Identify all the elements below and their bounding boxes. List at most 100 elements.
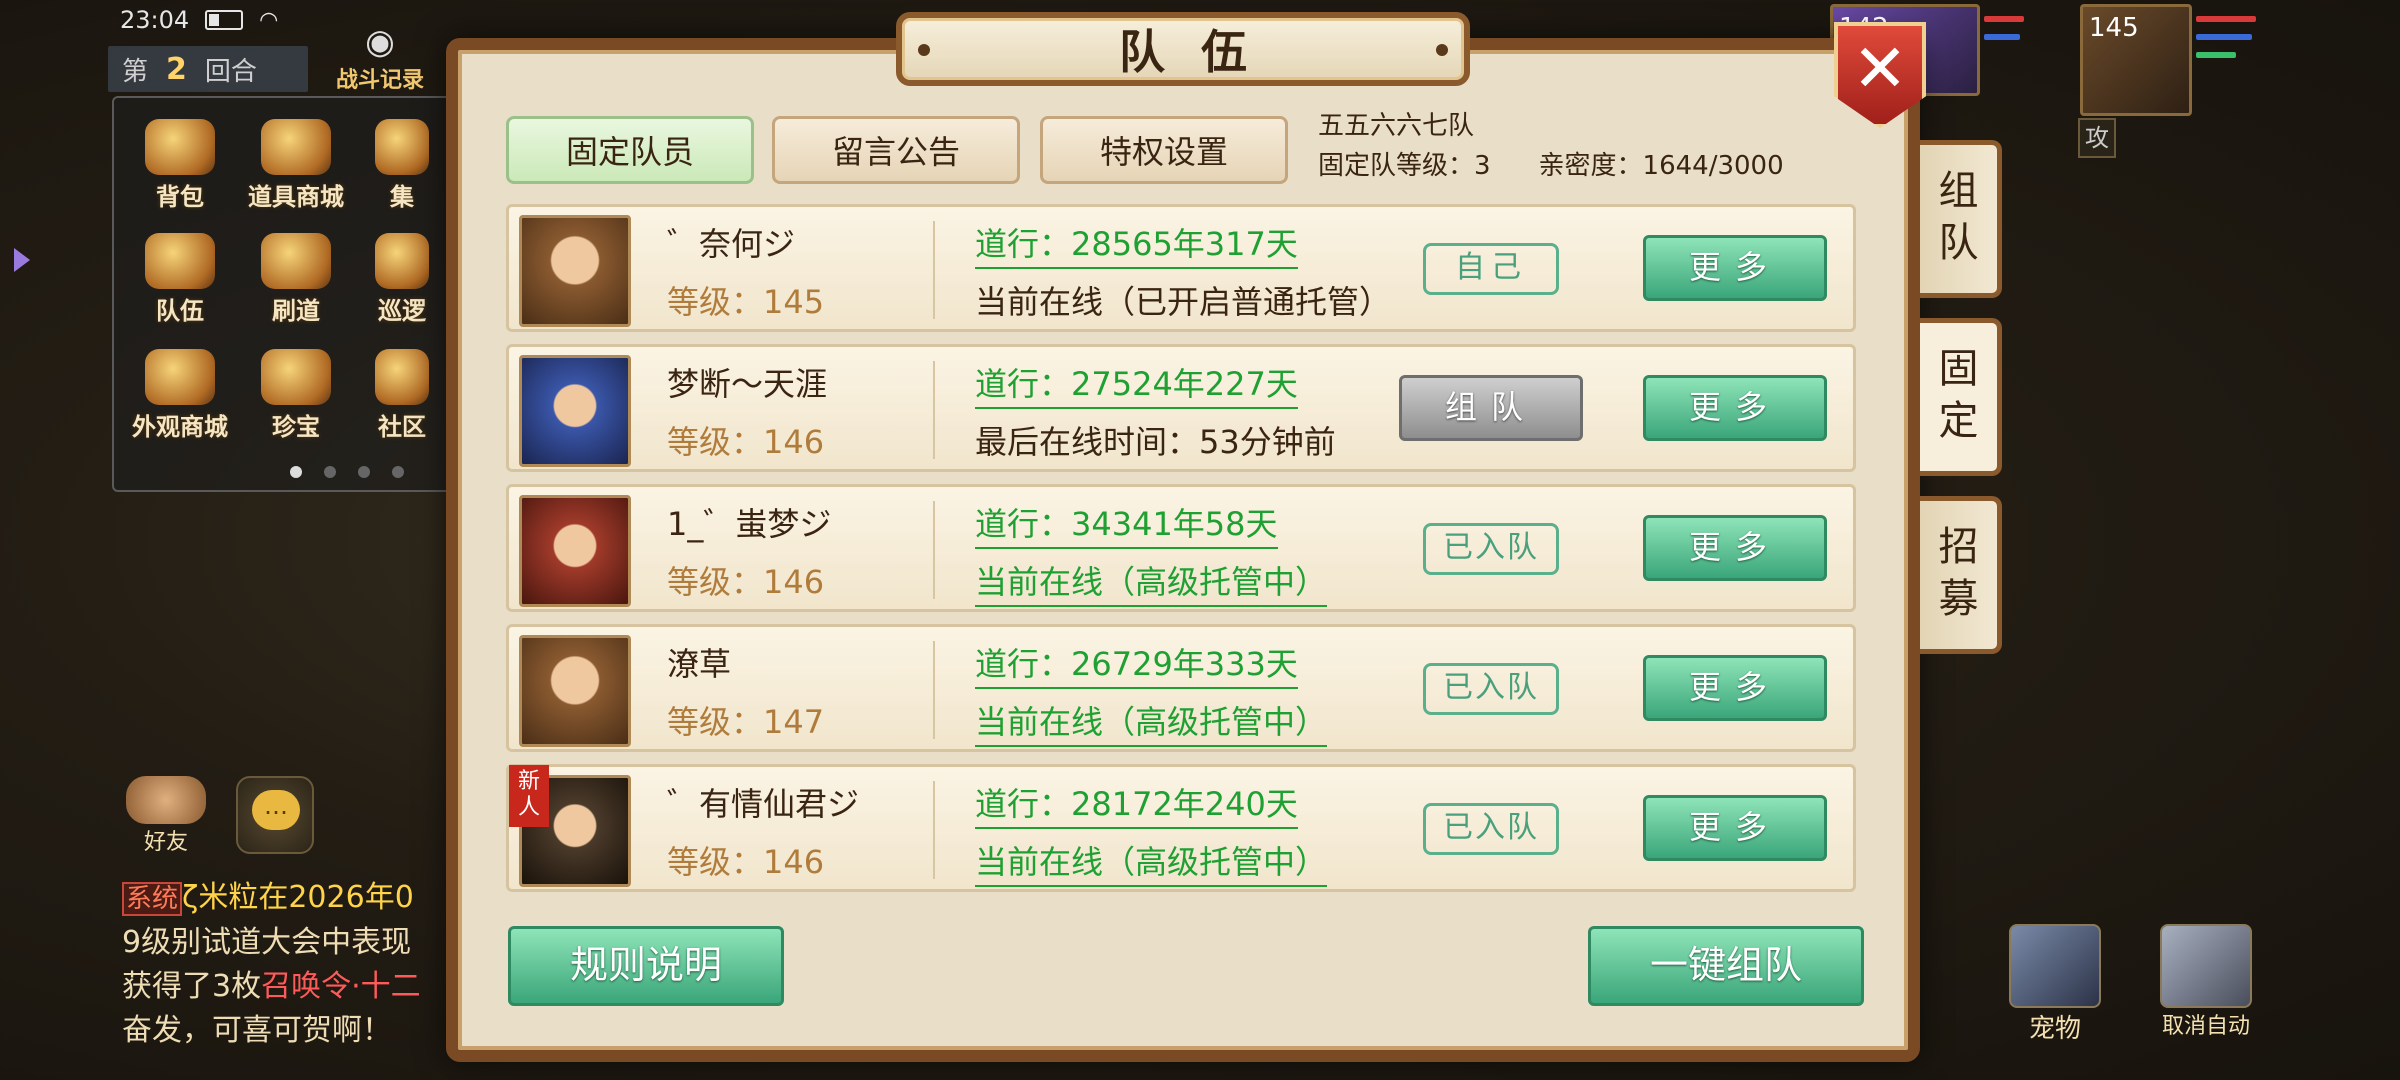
bag-icon: [145, 119, 215, 175]
avatar[interactable]: [519, 215, 631, 327]
team-flag-icon: [145, 233, 215, 289]
divider: [933, 501, 935, 599]
round-counter: 第 2 回合: [108, 46, 308, 92]
treasure-icon: [261, 349, 331, 405]
ally-xp-bar: [2196, 52, 2236, 58]
ally-mp-bar: [1984, 34, 2020, 40]
pet-icon: [2009, 924, 2101, 1008]
member-level: 等级：146: [667, 843, 825, 881]
handshake-icon: [126, 776, 206, 824]
ally-hp-bar: [2196, 16, 2256, 22]
cancel-auto-icon: [2160, 924, 2252, 1008]
member-level: 等级：147: [667, 703, 825, 741]
character-portrait-icon: [522, 498, 628, 604]
page-indicator: [290, 466, 404, 478]
menu-community[interactable]: 社区: [360, 342, 444, 442]
member-dao[interactable]: 道行：26729年333天: [975, 639, 1298, 689]
member-name: ゛有情仙君ジ: [667, 785, 860, 823]
menu-collect[interactable]: 集: [360, 112, 444, 212]
joined-stamp: 已入队: [1423, 663, 1559, 715]
eye-icon: ◉: [365, 22, 395, 62]
member-dao[interactable]: 道行：34341年58天: [975, 499, 1278, 549]
joined-stamp: 已入队: [1423, 803, 1559, 855]
member-row: 新人 ゛有情仙君ジ 等级：146 道行：28172年240天 当前在线（高级托管…: [506, 764, 1856, 892]
member-status: 当前在线（高级托管中）: [975, 557, 1328, 607]
member-status: 当前在线（高级托管中）: [975, 697, 1328, 747]
patrol-icon: [375, 233, 429, 289]
auto-team-button[interactable]: 一键组队: [1588, 926, 1864, 1006]
joined-stamp: 已入队: [1423, 523, 1559, 575]
member-status: 当前在线（已开启普通托管）: [975, 283, 1392, 321]
member-row: 1_゛蚩梦ジ 等级：146 道行：34341年58天 当前在线（高级托管中） 已…: [506, 484, 1856, 612]
member-status: 最后在线时间：53分钟前: [975, 423, 1336, 461]
dialog-title: 队伍: [1119, 25, 1283, 79]
pet-button[interactable]: 宠物: [2000, 924, 2110, 1044]
character-portrait-icon: [522, 218, 628, 324]
avatar[interactable]: [519, 355, 631, 467]
ally-portrait-2[interactable]: 145: [2080, 4, 2192, 116]
more-button[interactable]: 更多: [1643, 655, 1827, 721]
character-portrait-icon: [522, 358, 628, 464]
menu-bag[interactable]: 背包: [128, 112, 232, 212]
battle-log-button[interactable]: ◉ 战斗记录: [330, 22, 430, 94]
expand-arrow-icon[interactable]: [0, 230, 30, 290]
more-button[interactable]: 更多: [1643, 795, 1827, 861]
member-row: 梦断～天涯 等级：146 道行：27524年227天 最后在线时间：53分钟前 …: [506, 344, 1856, 472]
team-info: 五五六六七队 固定队等级：3 亲密度：1644/3000: [1318, 106, 1784, 186]
divider: [933, 361, 935, 459]
member-level: 等级：146: [667, 563, 825, 601]
member-list: ゛奈何ジ 等级：145 道行：28565年317天 当前在线（已开启普通托管） …: [506, 204, 1856, 898]
menu-treasure[interactable]: 珍宝: [244, 342, 348, 442]
avatar[interactable]: [519, 495, 631, 607]
tab-fixed-members[interactable]: 固定队员: [506, 116, 754, 184]
battery-icon: [205, 10, 244, 30]
menu-appearance-shop[interactable]: 外观商城: [128, 342, 232, 442]
clock: 23:04: [120, 6, 190, 34]
character-portrait-icon: [522, 638, 628, 744]
rules-button[interactable]: 规则说明: [508, 926, 784, 1006]
self-stamp: 自己: [1423, 243, 1559, 295]
menu-patrol[interactable]: 巡逻: [360, 226, 444, 326]
menu-grind[interactable]: 刷道: [244, 226, 348, 326]
gourd-icon: [375, 119, 429, 175]
close-icon: ✕: [1852, 30, 1908, 107]
avatar[interactable]: [519, 635, 631, 747]
chat-button[interactable]: [236, 776, 314, 854]
side-tab-recruit[interactable]: 招募: [1920, 496, 2002, 654]
team-level: 固定队等级：3: [1318, 151, 1491, 181]
cancel-auto-button[interactable]: 取消自动: [2146, 924, 2266, 1044]
member-name: 梦断～天涯: [667, 365, 828, 403]
friends-button[interactable]: 好友: [124, 776, 208, 858]
member-dao[interactable]: 道行：27524年227天: [975, 359, 1298, 409]
intimacy: 亲密度：1644/3000: [1538, 151, 1784, 181]
more-button[interactable]: 更多: [1643, 235, 1827, 301]
scroll-icon: [261, 233, 331, 289]
side-tab-fixed[interactable]: 固定: [1920, 318, 2002, 476]
gold-ingot-icon: [261, 119, 331, 175]
member-dao[interactable]: 道行：28172年240天: [975, 779, 1298, 829]
status-bar: 23:04 ◠: [120, 6, 278, 34]
invite-team-button[interactable]: 组队: [1399, 375, 1583, 441]
system-message: 系统 ζ米粒在2026年0 9级别试道大会中表现 获得了3枚召唤令·十二 奋发，可…: [122, 880, 421, 1048]
wifi-icon: ◠: [259, 7, 279, 33]
more-button[interactable]: 更多: [1643, 375, 1827, 441]
tab-announcements[interactable]: 留言公告: [772, 116, 1020, 184]
divider: [933, 781, 935, 879]
ally-action-label: 攻: [2078, 118, 2116, 158]
member-dao[interactable]: 道行：28565年317天: [975, 219, 1298, 269]
community-icon: [375, 349, 429, 405]
divider: [933, 641, 935, 739]
new-member-badge: 新人: [509, 765, 549, 827]
dialog-title-plaque: 队伍: [896, 12, 1470, 86]
team-name: 五五六六七队: [1318, 111, 1475, 141]
menu-team[interactable]: 队伍: [128, 226, 232, 326]
tab-privileges[interactable]: 特权设置: [1040, 116, 1288, 184]
divider: [933, 221, 935, 319]
quick-menu-panel: 背包 道具商城 集 队伍 刷道 巡逻 外观商城 珍宝 社区: [112, 96, 452, 492]
member-status: 当前在线（高级托管中）: [975, 837, 1328, 887]
member-row: ゛奈何ジ 等级：145 道行：28565年317天 当前在线（已开启普通托管） …: [506, 204, 1856, 332]
side-tab-team[interactable]: 组队: [1920, 140, 2002, 298]
member-level: 等级：145: [667, 283, 825, 321]
menu-item-shop[interactable]: 道具商城: [244, 112, 348, 212]
more-button[interactable]: 更多: [1643, 515, 1827, 581]
